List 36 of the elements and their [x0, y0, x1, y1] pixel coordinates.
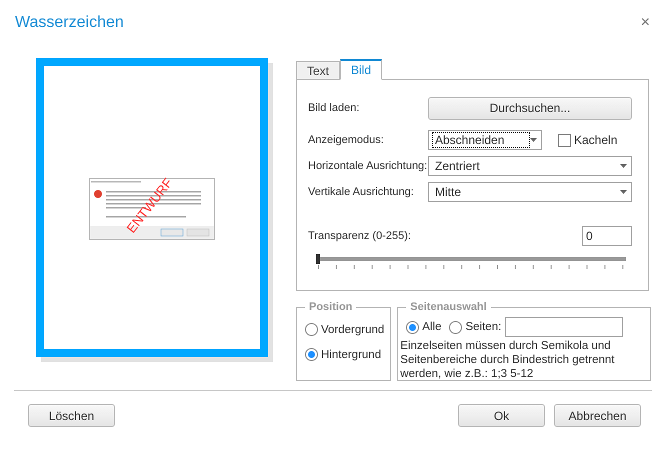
dropdown[interactable]: Abschneiden: [428, 130, 542, 150]
checkbox[interactable]: [558, 134, 571, 146]
field-label: Transparenz (0-255):: [308, 230, 412, 242]
clear-button[interactable]: Löschen: [28, 404, 115, 427]
field-label: Anzeigemodus:: [308, 134, 385, 146]
radio-button[interactable]: [449, 320, 462, 334]
group-title: Position: [308, 301, 354, 313]
checkbox-option[interactable]: Kacheln: [558, 133, 618, 147]
slider-thumb[interactable]: [316, 254, 320, 264]
radio-option[interactable]: Alle: [406, 320, 442, 334]
ok-button[interactable]: Ok: [458, 404, 545, 427]
radio-option[interactable]: Seiten:: [449, 320, 502, 334]
tab[interactable]: Text: [296, 61, 340, 80]
dropdown[interactable]: Zentriert: [428, 156, 632, 176]
caret-icon: [530, 138, 537, 142]
group-title: Seitenauswahl: [409, 301, 488, 313]
field-label: Bild laden:: [308, 102, 360, 114]
radio-button[interactable]: [305, 348, 318, 361]
cancel-button[interactable]: Abbrechen: [554, 404, 641, 427]
tab[interactable]: Bild: [340, 59, 382, 80]
radio-option[interactable]: Vordergrund: [305, 323, 384, 336]
transparency-field[interactable]: 0: [582, 226, 632, 246]
dropdown[interactable]: Mitte: [428, 182, 632, 202]
caret-icon: [620, 164, 627, 168]
radio-button[interactable]: [305, 323, 318, 336]
window-title: Wasserzeichen: [15, 14, 124, 32]
field-label: Vertikale Ausrichtung:: [308, 186, 415, 198]
radio-button[interactable]: [406, 320, 420, 334]
close-button[interactable]: ×: [638, 14, 652, 32]
browse-button[interactable]: Durchsuchen...: [428, 96, 632, 120]
slider-track[interactable]: [318, 257, 626, 261]
pages-field[interactable]: [505, 317, 624, 337]
field-label: Horizontale Ausrichtung:: [308, 160, 428, 172]
radio-option[interactable]: Hintergrund: [305, 348, 384, 361]
caret-icon: [620, 190, 627, 194]
hint-text: Einzelseiten müssen durch Semikola und Seitenbereiche durch Bindestrich getrennt werden, wie z.B.: 1;3 5-12: [400, 339, 616, 381]
